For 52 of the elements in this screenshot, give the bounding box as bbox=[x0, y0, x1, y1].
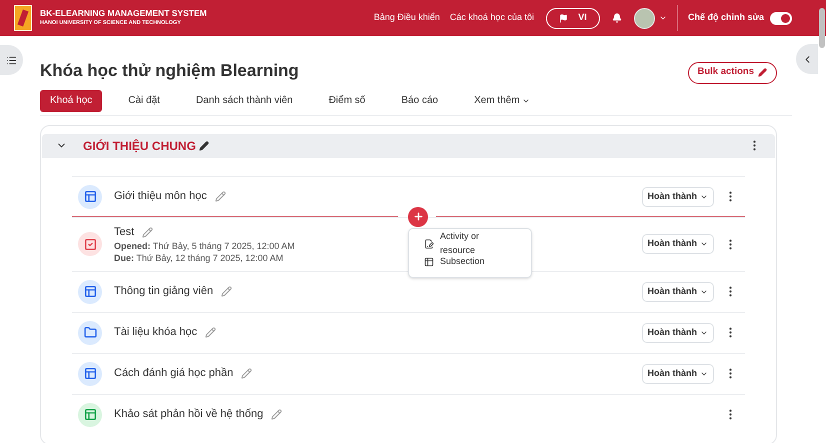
activity-link[interactable]: Giới thiệu môn học bbox=[114, 188, 207, 205]
language-button[interactable]: VI bbox=[546, 8, 600, 28]
date-text: Due: Thứ Bảy, 12 tháng 7 2025, 12:00 AM bbox=[114, 252, 284, 264]
menu-item[interactable]: Activity or resource bbox=[409, 234, 531, 252]
completion-dropdown[interactable]: Hoàn thành bbox=[642, 186, 714, 206]
notification-icon[interactable] bbox=[612, 13, 622, 23]
nav-link[interactable]: Các khoá học của tôi bbox=[450, 11, 534, 25]
caret-icon bbox=[700, 240, 708, 248]
document-icon bbox=[424, 238, 434, 248]
bulk-actions-button[interactable]: Bulk actions bbox=[688, 62, 777, 84]
university-logo[interactable] bbox=[14, 5, 32, 31]
add-button[interactable] bbox=[408, 206, 428, 226]
nav-link[interactable]: Bảng Điều khiển bbox=[374, 11, 440, 25]
folder-icon bbox=[78, 320, 102, 344]
edit-icon[interactable] bbox=[198, 140, 209, 150]
tab[interactable]: Danh sách thành viên bbox=[186, 90, 303, 112]
page-icon bbox=[78, 280, 102, 304]
plus-icon bbox=[412, 211, 424, 222]
edit-mode-toggle[interactable] bbox=[770, 12, 792, 24]
tab[interactable]: Xem thêm bbox=[464, 90, 540, 112]
activity-link[interactable]: Test bbox=[114, 224, 134, 240]
section-title[interactable]: GIỚI THIỆU CHUNG bbox=[83, 136, 196, 154]
caret-icon[interactable] bbox=[658, 14, 667, 22]
activity-link[interactable]: Thông tin giảng viên bbox=[114, 283, 214, 300]
menu-item[interactable]: Subsection bbox=[409, 252, 531, 270]
tab[interactable]: Điểm số bbox=[318, 90, 376, 112]
page-icon bbox=[78, 362, 102, 386]
date-text: Opened: Thứ Bảy, 5 tháng 7 2025, 12:00 AM bbox=[114, 240, 295, 252]
list-icon bbox=[6, 54, 17, 66]
activity-link[interactable]: Tài liệu khóa học bbox=[114, 324, 198, 341]
completion-dropdown[interactable]: Hoàn thành bbox=[642, 234, 714, 254]
form-icon bbox=[78, 402, 102, 426]
avatar[interactable] bbox=[634, 8, 655, 28]
completion-dropdown[interactable]: Hoàn thành bbox=[642, 364, 714, 384]
completion-dropdown[interactable]: Hoàn thành bbox=[642, 282, 714, 302]
drawer-toggle-button[interactable] bbox=[796, 44, 818, 74]
checkbox-icon bbox=[78, 232, 102, 256]
course-title: Khóa học thử nghiệm Blearning bbox=[40, 60, 299, 82]
flag-icon bbox=[559, 14, 568, 22]
tab[interactable]: Báo cáo bbox=[391, 90, 448, 112]
course-index-button[interactable] bbox=[0, 45, 23, 75]
activity-link[interactable]: Cách đánh giá học phần bbox=[114, 365, 234, 382]
page-icon bbox=[78, 184, 102, 208]
edit-icon bbox=[758, 68, 767, 77]
scrollbar[interactable] bbox=[819, 8, 825, 48]
table-icon bbox=[424, 256, 434, 266]
tab[interactable]: Cài đặt bbox=[118, 90, 170, 112]
activity-link[interactable]: Khảo sát phản hồi về hệ thống bbox=[114, 406, 264, 423]
completion-dropdown[interactable]: Hoàn thành bbox=[642, 322, 714, 342]
edit-mode-label: Chế độ chỉnh sửa bbox=[688, 11, 764, 24]
site-title: BK-ELEARNING MANAGEMENT SYSTEM bbox=[40, 8, 207, 19]
tab[interactable]: Khoá học bbox=[40, 90, 102, 112]
